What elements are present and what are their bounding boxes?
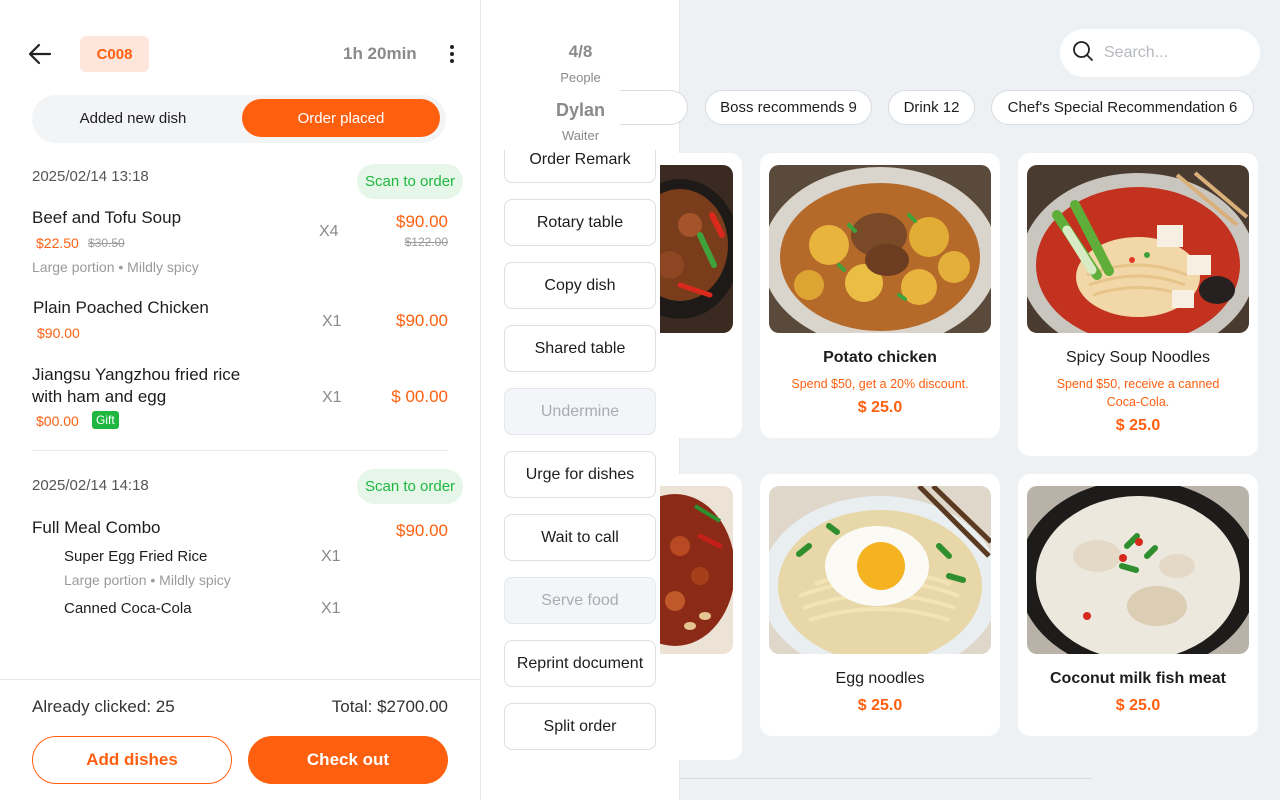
dish-image bbox=[769, 486, 991, 654]
dish-promotion: Spend $50, get a 20% discount. bbox=[791, 377, 969, 391]
dish-card-partial[interactable] bbox=[660, 474, 742, 760]
scan-to-order-badge: Scan to order bbox=[357, 469, 464, 504]
undermine-button[interactable]: Undermine bbox=[504, 388, 656, 435]
dish-name: Beef and Tofu Soup bbox=[32, 208, 182, 227]
tab-order-placed[interactable]: Order placed bbox=[242, 99, 440, 137]
rotary-table-button[interactable]: Rotary table bbox=[504, 199, 656, 246]
dish-promotion-line2: Coca-Cola. bbox=[1106, 395, 1170, 409]
order-panel: C008 1h 20min Added new dish Order place… bbox=[0, 0, 481, 800]
category-chip-partial[interactable] bbox=[620, 90, 688, 125]
dish-card-partial[interactable] bbox=[660, 153, 742, 438]
dish-attributes: Large portion • Mildly spicy bbox=[32, 259, 199, 275]
dish-card-egg-noodles[interactable]: Egg noodles $ 25.0 bbox=[760, 474, 1000, 736]
category-chip-drink[interactable]: Drink 12 bbox=[888, 90, 975, 125]
dish-total: $90.00 bbox=[396, 212, 448, 231]
combo-item-attributes: Large portion • Mildly spicy bbox=[64, 572, 231, 588]
scroll-indicator bbox=[680, 778, 1092, 779]
dish-price: $ 25.0 bbox=[857, 399, 903, 416]
dish-image bbox=[769, 165, 991, 333]
order-remark-button[interactable]: Order Remark bbox=[504, 150, 656, 183]
gift-badge: Gift bbox=[92, 411, 119, 429]
search-bar[interactable] bbox=[1060, 29, 1260, 77]
original-unit-price: $30.50 bbox=[88, 236, 125, 250]
scan-to-order-badge: Scan to order bbox=[357, 164, 464, 199]
divider bbox=[32, 450, 448, 451]
more-options-icon[interactable] bbox=[442, 42, 462, 66]
order-tabs: Added new dish Order placed bbox=[32, 95, 446, 143]
dish-name: Spicy Soup Noodles bbox=[1065, 349, 1211, 366]
category-chip-boss[interactable]: Boss recommends 9 bbox=[705, 90, 872, 125]
order-datetime: 2025/02/14 14:18 bbox=[32, 477, 149, 494]
dish-name-line2: with ham and egg bbox=[32, 387, 167, 406]
wait-to-call-button[interactable]: Wait to call bbox=[504, 514, 656, 561]
search-input[interactable] bbox=[1104, 44, 1244, 62]
dish-name: Egg noodles bbox=[835, 670, 925, 687]
combo-item-name: Canned Coca-Cola bbox=[64, 600, 192, 617]
people-count: 4/8 bbox=[568, 42, 593, 61]
tab-added-new-dish[interactable]: Added new dish bbox=[38, 99, 228, 137]
combo-total: $90.00 bbox=[396, 521, 448, 540]
check-out-button[interactable]: Check out bbox=[248, 736, 448, 784]
dish-image bbox=[660, 165, 733, 333]
dish-price: $ 25.0 bbox=[1115, 697, 1161, 714]
elapsed-timer: 1h 20min bbox=[343, 44, 417, 63]
original-dish-total: $122.00 bbox=[404, 235, 448, 249]
unit-price: $90.00 bbox=[37, 325, 80, 341]
table-code-badge: C008 bbox=[80, 36, 149, 72]
dish-card-coconut-milk-fish[interactable]: Coconut milk fish meat $ 25.0 bbox=[1018, 474, 1258, 736]
combo-item-quantity: X1 bbox=[321, 548, 341, 565]
category-chip-chef-special[interactable]: Chef's Special Recommendation 6 bbox=[991, 90, 1254, 125]
shared-table-button[interactable]: Shared table bbox=[504, 325, 656, 372]
reprint-document-button[interactable]: Reprint document bbox=[504, 640, 656, 687]
dish-name: Coconut milk fish meat bbox=[1049, 670, 1227, 687]
dish-price: $ 25.0 bbox=[857, 697, 903, 714]
order-total: Total: $2700.00 bbox=[331, 697, 448, 716]
dish-total: $ 00.00 bbox=[391, 387, 448, 406]
clicked-count: Already clicked: 25 bbox=[32, 697, 175, 716]
combo-item-name: Super Egg Fried Rice bbox=[64, 548, 208, 565]
dish-card-spicy-soup-noodles[interactable]: Spicy Soup Noodles Spend $50, receive a … bbox=[1018, 153, 1258, 456]
dish-price: $ 25.0 bbox=[1115, 417, 1161, 434]
dish-name: Plain Poached Chicken bbox=[33, 298, 209, 317]
dish-name: Potato chicken bbox=[823, 349, 937, 366]
add-dishes-button[interactable]: Add dishes bbox=[32, 736, 232, 784]
order-datetime: 2025/02/14 13:18 bbox=[32, 168, 149, 185]
search-icon[interactable] bbox=[1072, 40, 1094, 67]
combo-item-quantity: X1 bbox=[321, 600, 341, 617]
unit-price: $00.00 bbox=[36, 413, 79, 429]
back-arrow-icon[interactable] bbox=[26, 40, 54, 68]
dish-image bbox=[660, 486, 733, 654]
dish-image bbox=[1027, 486, 1249, 654]
waiter-label: Waiter bbox=[561, 128, 600, 143]
unit-price: $22.50 bbox=[36, 235, 79, 251]
dish-card-potato-chicken[interactable]: Potato chicken Spend $50, get a 20% disc… bbox=[760, 153, 1000, 438]
dish-total: $90.00 bbox=[396, 311, 448, 330]
urge-for-dishes-button[interactable]: Urge for dishes bbox=[504, 451, 656, 498]
action-list[interactable]: Order Remark Rotary table Copy dish Shar… bbox=[481, 150, 679, 800]
copy-dish-button[interactable]: Copy dish bbox=[504, 262, 656, 309]
dish-name-line1: Jiangsu Yangzhou fried rice bbox=[32, 365, 241, 384]
combo-name: Full Meal Combo bbox=[32, 518, 161, 537]
serve-food-button[interactable]: Serve food bbox=[504, 577, 656, 624]
dish-image bbox=[1027, 165, 1249, 333]
split-order-button[interactable]: Split order bbox=[504, 703, 656, 750]
dish-promotion-line1: Spend $50, receive a canned bbox=[1056, 377, 1220, 391]
people-label: People bbox=[560, 70, 601, 85]
